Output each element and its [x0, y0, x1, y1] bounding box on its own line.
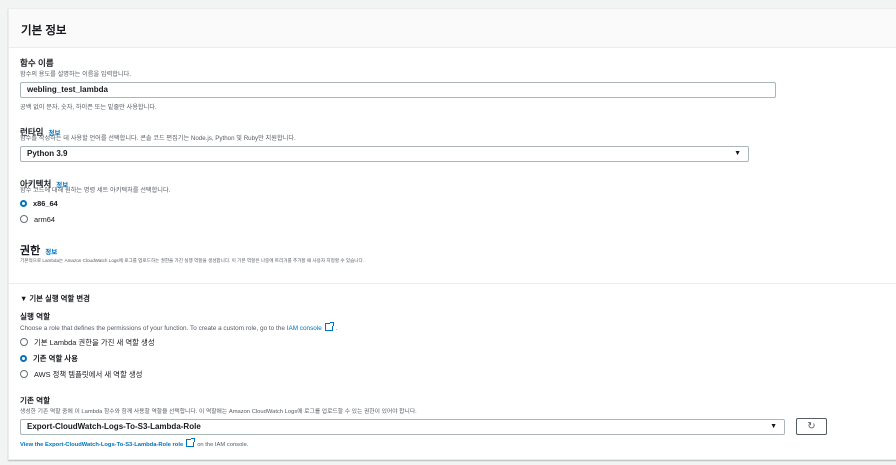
- runtime-select[interactable]: Python 3.9 ▼: [20, 146, 749, 162]
- external-link-icon: [186, 438, 196, 447]
- chevron-down-icon: ▼: [734, 150, 741, 157]
- role-option-label: 기본 Lambda 권한을 가진 새 역할 생성: [34, 337, 155, 347]
- function-name-description: 함수의 용도를 설명하는 이름을 입력합니다.: [20, 71, 132, 78]
- refresh-roles-button[interactable]: ↻: [796, 418, 827, 435]
- runtime-description: 함수를 작성하는 데 사용할 언어를 선택합니다. 콘솔 코드 편집기는 Nod…: [20, 135, 296, 142]
- architecture-description: 함수 코드에 대해 원하는 명령 세트 아키텍처를 선택합니다.: [20, 187, 171, 194]
- role-option-label: AWS 정책 템플릿에서 새 역할 생성: [34, 369, 143, 379]
- radio-unchecked-icon: [20, 215, 28, 223]
- radio-unchecked-icon: [20, 370, 28, 378]
- role-option-policy-template[interactable]: AWS 정책 템플릿에서 새 역할 생성: [20, 368, 142, 380]
- permissions-heading-row: 권한 정보: [20, 241, 57, 259]
- panel-title: 기본 정보: [21, 25, 67, 37]
- architecture-option-label: arm64: [34, 214, 55, 224]
- change-default-role-toggle[interactable]: ▼ 기본 실행 역할 변경: [20, 293, 90, 304]
- existing-role-select[interactable]: Export-CloudWatch-Logs-To-S3-Lambda-Role…: [20, 419, 785, 435]
- view-role-suffix: on the IAM console.: [197, 442, 249, 448]
- permissions-info-link[interactable]: 정보: [45, 249, 57, 256]
- execution-role-description-end: .: [335, 325, 338, 332]
- divider: [9, 283, 896, 284]
- execution-role-description-text: Choose a role that defines the permissio…: [20, 325, 287, 332]
- function-name-input[interactable]: webling_test_lambda: [20, 82, 776, 98]
- iam-console-link[interactable]: IAM console: [287, 325, 322, 332]
- architecture-option-label: x86_64: [33, 198, 58, 208]
- role-option-label: 기존 역할 사용: [33, 353, 78, 363]
- view-role-line: View the Export-CloudWatch-Logs-To-S3-La…: [20, 438, 249, 448]
- radio-unchecked-icon: [20, 338, 28, 346]
- runtime-selected-value: Python 3.9: [27, 149, 68, 158]
- function-name-constraint: 공백 없이 문자, 숫자, 하이픈 또는 밑줄만 사용합니다.: [20, 104, 157, 111]
- panel-header: 기본 정보: [9, 9, 896, 48]
- radio-checked-icon: [20, 199, 27, 207]
- existing-role-description: 생성한 기존 역할 중에 이 Lambda 함수와 함께 사용할 역할을 선택합…: [20, 409, 417, 415]
- permissions-description: 기본적으로 Lambda는 Amazon CloudWatch Logs에 로그…: [20, 258, 365, 263]
- chevron-down-icon: ▼: [770, 423, 777, 430]
- basic-info-panel: 기본 정보 함수 이름 함수의 용도를 설명하는 이름을 입력합니다. webl…: [8, 8, 896, 460]
- architecture-option-x86[interactable]: x86_64: [20, 197, 58, 209]
- function-name-label: 함수 이름: [20, 58, 54, 68]
- existing-role-label: 기존 역할: [20, 396, 51, 405]
- refresh-icon: ↻: [807, 421, 816, 432]
- radio-checked-icon: [20, 354, 27, 362]
- role-option-existing[interactable]: 기존 역할 사용: [20, 352, 78, 364]
- role-option-new-basic[interactable]: 기본 Lambda 권한을 가진 새 역할 생성: [20, 336, 155, 348]
- view-role-link[interactable]: View the Export-CloudWatch-Logs-To-S3-La…: [20, 442, 183, 448]
- execution-role-description: Choose a role that defines the permissio…: [20, 322, 338, 332]
- permissions-title: 권한: [20, 245, 41, 257]
- execution-role-label: 실행 역할: [20, 312, 51, 321]
- architecture-option-arm64[interactable]: arm64: [20, 213, 55, 225]
- external-link-icon: [324, 322, 334, 331]
- existing-role-selected-value: Export-CloudWatch-Logs-To-S3-Lambda-Role: [27, 422, 201, 431]
